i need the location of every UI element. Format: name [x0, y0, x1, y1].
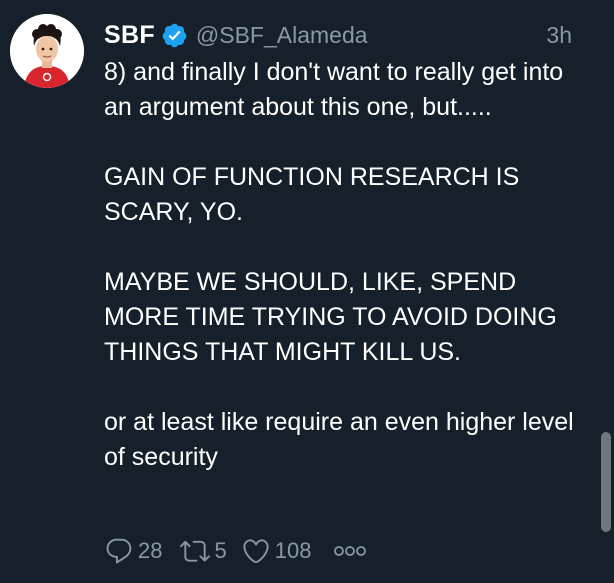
- verified-badge-icon: [161, 22, 188, 49]
- scrollbar-thumb[interactable]: [601, 432, 611, 532]
- retweet-count: 5: [214, 538, 227, 563]
- tweet-text: 8) and finally I don't want to really ge…: [104, 58, 574, 471]
- more-icon: [334, 546, 367, 556]
- heart-icon: [243, 539, 269, 564]
- author-display-name[interactable]: SBF: [104, 21, 155, 50]
- more-options-button[interactable]: [333, 544, 367, 558]
- avatar[interactable]: [10, 14, 84, 88]
- reply-button[interactable]: 28: [104, 536, 162, 566]
- reply-count: 28: [138, 538, 163, 563]
- tweet-timestamp[interactable]: 3h: [546, 22, 572, 49]
- like-button[interactable]: 108: [241, 536, 312, 566]
- reply-icon: [106, 538, 132, 564]
- tweet-actions: 28 5 108: [104, 533, 367, 569]
- retweet-button[interactable]: 5: [180, 536, 227, 566]
- like-count: 108: [274, 538, 312, 563]
- avatar-image: [10, 14, 84, 88]
- tweet-header: SBF @SBF_Alameda 3h: [104, 18, 572, 52]
- tweet[interactable]: SBF @SBF_Alameda 3h 8) and finally I don…: [0, 0, 614, 583]
- author-handle[interactable]: @SBF_Alameda: [196, 22, 368, 49]
- scrollbar[interactable]: [596, 0, 614, 583]
- retweet-icon: [180, 540, 211, 562]
